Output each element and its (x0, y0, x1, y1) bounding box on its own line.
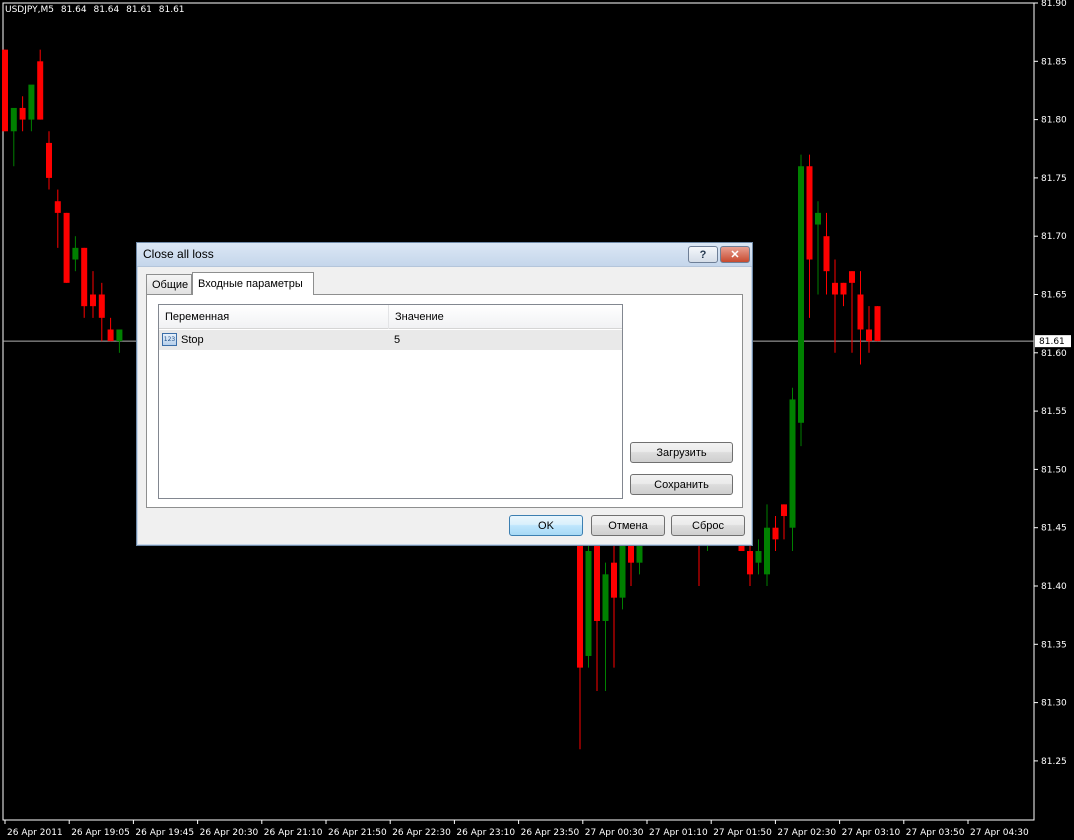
x-tick-label: 26 Apr 21:10 (264, 828, 323, 838)
y-tick-label: 81.50 (1041, 465, 1067, 475)
chart-high: 81.64 (93, 5, 120, 15)
bull-candle (764, 527, 770, 575)
chart-header: USDJPY,M5 81.64 81.64 81.61 81.61 (5, 5, 189, 15)
x-tick-label: 26 Apr 19:45 (135, 828, 194, 838)
cell-value[interactable]: 5 (394, 330, 400, 350)
bull-candle (755, 551, 762, 563)
integer-param-icon: 123 (162, 333, 177, 346)
bear-candle (840, 282, 847, 295)
y-tick-label: 81.70 (1041, 232, 1067, 242)
bull-candle (10, 107, 17, 132)
x-tick-label: 26 Apr 19:05 (71, 828, 130, 838)
column-header-variable[interactable]: Переменная (159, 305, 389, 329)
x-tick-label: 26 Apr 2011 (7, 828, 63, 838)
bear-candle (611, 562, 617, 598)
x-tick-label: 27 Apr 04:30 (970, 828, 1029, 838)
dialog-title: Close all loss (143, 247, 214, 261)
bull-candle (72, 247, 79, 260)
cell-variable: Stop (181, 334, 204, 346)
y-tick-label: 81.30 (1041, 699, 1067, 709)
y-tick-label: 81.90 (1041, 0, 1067, 9)
bear-candle (98, 294, 105, 318)
y-tick-label: 81.65 (1041, 291, 1067, 301)
cancel-button[interactable]: Отмена (591, 515, 665, 536)
close-button[interactable]: ✕ (720, 246, 750, 263)
bear-candle (37, 61, 44, 120)
tab-input-parameters[interactable]: Входные параметры (192, 272, 314, 295)
bull-candle (116, 329, 123, 342)
tab-general[interactable]: Общие (146, 274, 192, 294)
x-tick-label: 26 Apr 23:50 (521, 828, 580, 838)
y-tick-label: 81.25 (1041, 757, 1067, 767)
bull-candle (602, 574, 609, 621)
bear-candle (832, 282, 838, 295)
y-tick-label: 81.55 (1041, 407, 1067, 417)
bear-candle (19, 107, 26, 120)
expert-properties-dialog: Close all loss ? ✕ Общие Входные парамет… (136, 242, 753, 546)
bear-candle (849, 271, 855, 283)
x-tick-label: 27 Apr 01:50 (713, 828, 772, 838)
bull-candle (815, 212, 821, 225)
current-price-label: 81.61 (1039, 337, 1065, 347)
x-tick-label: 26 Apr 23:10 (456, 828, 515, 838)
bear-candle (107, 329, 114, 342)
table-header: Переменная Значение (159, 305, 622, 329)
x-tick-label: 26 Apr 21:50 (328, 828, 387, 838)
close-icon: ✕ (730, 249, 740, 261)
bear-candle (46, 142, 52, 178)
x-tick-label: 27 Apr 01:10 (649, 828, 708, 838)
dialog-titlebar[interactable]: Close all loss ? ✕ (137, 243, 752, 267)
x-tick-label: 26 Apr 20:30 (200, 828, 259, 838)
bear-candle (2, 49, 8, 132)
bull-candle (28, 84, 35, 120)
input-parameters-panel: Переменная Значение 123 Stop 5 Загрузить… (146, 294, 743, 508)
y-tick-label: 81.85 (1041, 57, 1067, 67)
bear-candle (90, 294, 96, 307)
bear-candle (874, 306, 881, 342)
bear-candle (63, 212, 70, 283)
bull-candle (585, 551, 592, 656)
reset-button[interactable]: Сброс (671, 515, 745, 536)
y-tick-label: 81.60 (1041, 349, 1067, 359)
chart-low: 81.61 (126, 5, 152, 15)
bear-candle (857, 294, 864, 330)
bull-candle (798, 166, 804, 423)
bear-candle (81, 247, 88, 307)
y-tick-label: 81.40 (1041, 582, 1067, 592)
bear-candle (54, 201, 61, 213)
save-button[interactable]: Сохранить (630, 474, 733, 495)
x-tick-label: 27 Apr 03:10 (842, 828, 901, 838)
bear-candle (806, 166, 813, 260)
bear-candle (866, 329, 872, 342)
x-tick-label: 27 Apr 00:30 (585, 828, 644, 838)
load-button[interactable]: Загрузить (630, 442, 733, 463)
chart-open: 81.64 (60, 5, 87, 15)
ok-button[interactable]: OK (509, 515, 583, 536)
bear-candle (781, 504, 787, 517)
bear-candle (747, 551, 753, 575)
bear-candle (823, 236, 830, 272)
chart-close: 81.61 (158, 5, 185, 15)
x-tick-label: 27 Apr 02:30 (777, 828, 836, 838)
x-tick-label: 26 Apr 22:30 (392, 828, 451, 838)
column-header-value[interactable]: Значение (389, 305, 622, 329)
y-tick-label: 81.35 (1041, 640, 1067, 650)
bull-candle (789, 399, 796, 528)
x-tick-label: 27 Apr 03:50 (906, 828, 965, 838)
y-tick-label: 81.75 (1041, 174, 1067, 184)
bear-candle (772, 527, 779, 540)
table-row[interactable]: 123 Stop 5 (159, 330, 622, 350)
y-tick-label: 81.80 (1041, 116, 1067, 126)
y-tick-label: 81.45 (1041, 524, 1067, 534)
chart-symbol: USDJPY,M5 (5, 5, 54, 15)
help-button[interactable]: ? (688, 246, 718, 263)
parameters-table[interactable]: Переменная Значение 123 Stop 5 (158, 304, 623, 499)
help-icon: ? (699, 248, 707, 261)
